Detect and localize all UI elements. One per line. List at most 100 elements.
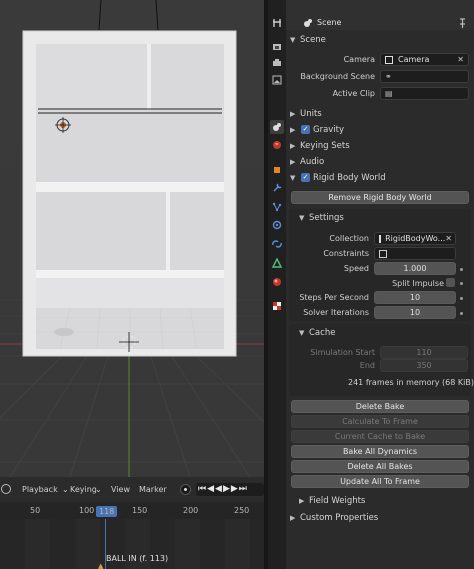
printer-icon bbox=[273, 59, 281, 66]
panel-audio[interactable]: Audio bbox=[300, 157, 324, 167]
collapse-icon: ▼ bbox=[299, 214, 305, 222]
collection-field[interactable]: RigidBodyWo... ✕ bbox=[374, 232, 456, 245]
frame-ruler[interactable]: 50 100 150 200 250 118 bbox=[0, 502, 264, 519]
menu-view[interactable]: View bbox=[111, 485, 130, 494]
expand-icon: ▶ bbox=[299, 497, 305, 505]
simulation-start-field[interactable]: 110 bbox=[380, 346, 468, 359]
wrench-screwdriver-icon bbox=[273, 19, 281, 27]
tab-render[interactable] bbox=[270, 40, 284, 54]
keyframe-dot[interactable] bbox=[460, 282, 463, 285]
tab-scene[interactable] bbox=[270, 120, 284, 134]
tick-label: 150 bbox=[132, 506, 148, 515]
camera-field[interactable]: Camera ✕ bbox=[380, 53, 469, 66]
cache-memory-info: 241 frames in memory (68 KiB). bbox=[348, 378, 474, 387]
speed-field[interactable]: 1.000 bbox=[374, 262, 456, 275]
material-icon bbox=[273, 278, 281, 286]
marker-icon: ▲ bbox=[98, 562, 104, 569]
remove-rigid-body-world-button[interactable]: Remove Rigid Body World bbox=[291, 191, 469, 204]
timeline-header: Playback ⌄ Keying ⌄ View Marker ⏮◀◀▶▶⏭ bbox=[0, 477, 264, 502]
wrench-icon bbox=[273, 183, 282, 192]
steps-per-second-field[interactable]: 10 bbox=[374, 291, 456, 304]
keyframe-dot[interactable] bbox=[460, 268, 463, 271]
menu-keying[interactable]: Keying bbox=[70, 485, 97, 494]
simulation-start-label: Simulation Start bbox=[310, 348, 375, 357]
properties-editor: Scene ▼ Scene Camera Camera ✕ Background… bbox=[286, 0, 474, 569]
tab-modifiers[interactable] bbox=[270, 181, 284, 195]
panel-units[interactable]: Units bbox=[300, 109, 322, 119]
mesh-data-icon bbox=[272, 258, 282, 268]
panel-keying-sets[interactable]: Keying Sets bbox=[300, 141, 350, 151]
keyframe-dot[interactable] bbox=[460, 312, 463, 315]
end-label: End bbox=[359, 361, 375, 370]
panel-scene[interactable]: Scene bbox=[300, 35, 326, 45]
tab-tool[interactable] bbox=[270, 16, 284, 30]
gravity-checkbox[interactable]: ✓ bbox=[301, 125, 310, 134]
delete-bake-button[interactable]: Delete Bake bbox=[291, 400, 469, 413]
keyframe-dot[interactable] bbox=[460, 297, 463, 300]
dropdown-chevron-icon: ⌄ bbox=[95, 485, 102, 494]
3d-viewport[interactable] bbox=[0, 0, 264, 477]
collapse-icon: ▼ bbox=[299, 329, 305, 337]
tab-physics[interactable] bbox=[270, 218, 284, 232]
pin-icon[interactable] bbox=[458, 18, 467, 28]
rigid-body-world-checkbox[interactable]: ✓ bbox=[301, 173, 310, 182]
subpanel-cache[interactable]: Cache bbox=[309, 328, 335, 338]
particles-icon bbox=[272, 202, 282, 212]
bake-all-dynamics-button[interactable]: Bake All Dynamics bbox=[291, 445, 469, 458]
panel-rigid-body-world[interactable]: Rigid Body World bbox=[313, 173, 386, 183]
collapse-icon: ▼ bbox=[290, 36, 296, 44]
delete-all-bakes-button[interactable]: Delete All Bakes bbox=[291, 460, 469, 473]
speed-label: Speed bbox=[343, 264, 369, 273]
tab-particles[interactable] bbox=[270, 200, 284, 214]
update-all-to-frame-button[interactable]: Update All To Frame bbox=[291, 475, 469, 488]
record-button[interactable] bbox=[180, 484, 191, 495]
menu-marker[interactable]: Marker bbox=[139, 485, 167, 494]
tab-data[interactable] bbox=[270, 256, 284, 270]
current-frame-indicator[interactable]: 118 bbox=[96, 506, 118, 517]
expand-icon: ▶ bbox=[290, 158, 296, 166]
dropdown-chevron-icon: ⌄ bbox=[62, 485, 69, 494]
world-icon bbox=[273, 141, 281, 149]
constraint-icon bbox=[272, 240, 282, 248]
editor-type-icon[interactable] bbox=[1, 484, 11, 494]
split-impulse-label: Split Impulse bbox=[392, 279, 444, 288]
tab-constraints[interactable] bbox=[270, 237, 284, 251]
steps-per-second-label: Steps Per Second bbox=[299, 293, 369, 302]
subpanel-field-weights[interactable]: Field Weights bbox=[309, 496, 365, 506]
camera-back-icon bbox=[273, 44, 281, 50]
tab-view-layer[interactable] bbox=[270, 73, 284, 87]
tab-object[interactable] bbox=[270, 163, 284, 177]
properties-header: Scene bbox=[286, 0, 474, 30]
collection-icon bbox=[379, 234, 382, 243]
collection-label: Collection bbox=[329, 234, 369, 243]
calculate-to-frame-button[interactable]: Calculate To Frame bbox=[291, 415, 469, 428]
current-cache-to-bake-button[interactable]: Current Cache to Bake bbox=[291, 430, 469, 443]
image-icon bbox=[272, 75, 282, 85]
context-breadcrumb: Scene bbox=[317, 18, 342, 27]
end-field[interactable]: 350 bbox=[380, 359, 468, 372]
clapperboard-icon: ▤ bbox=[385, 89, 393, 98]
panel-custom-properties[interactable]: Custom Properties bbox=[300, 513, 378, 523]
tab-world[interactable] bbox=[270, 138, 284, 152]
background-scene-label: Background Scene bbox=[300, 72, 375, 81]
active-clip-field[interactable]: ▤ bbox=[380, 87, 469, 100]
tab-texture[interactable] bbox=[270, 299, 284, 313]
clear-icon[interactable]: ✕ bbox=[445, 234, 452, 243]
background-scene-field[interactable]: ⚭ bbox=[380, 70, 469, 83]
expand-icon: ▶ bbox=[290, 126, 296, 134]
tab-material[interactable] bbox=[270, 275, 284, 289]
menu-playback[interactable]: Playback bbox=[22, 485, 58, 494]
constraints-field[interactable] bbox=[374, 247, 456, 260]
expand-icon: ▶ bbox=[290, 110, 296, 118]
tab-output[interactable] bbox=[270, 56, 284, 70]
expand-icon: ▶ bbox=[290, 142, 296, 150]
scene-icon bbox=[304, 19, 312, 27]
subpanel-settings[interactable]: Settings bbox=[309, 213, 344, 223]
panel-gravity[interactable]: Gravity bbox=[313, 125, 344, 135]
solver-iterations-field[interactable]: 10 bbox=[374, 306, 456, 319]
timeline-marker[interactable]: BALL IN (f. 113) bbox=[106, 554, 168, 563]
playback-controls[interactable]: ⏮◀◀▶▶⏭ bbox=[196, 483, 264, 496]
solver-iterations-label: Solver Iterations bbox=[303, 308, 369, 317]
split-impulse-checkbox[interactable] bbox=[446, 278, 455, 287]
clear-icon[interactable]: ✕ bbox=[457, 55, 464, 64]
